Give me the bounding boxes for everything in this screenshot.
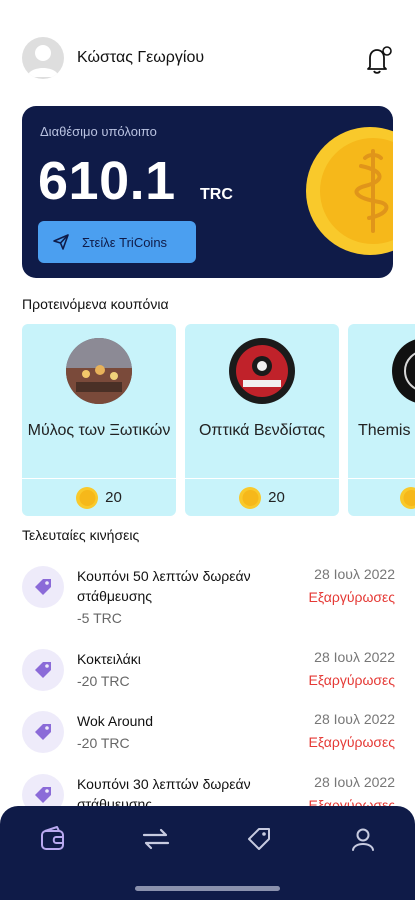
transaction-date: 28 Ιουλ 2022 — [314, 566, 395, 582]
send-tricoins-button[interactable]: Στείλε TriCoins — [38, 221, 196, 263]
user-name: Κώστας Γεωργίου — [77, 49, 205, 66]
tag-icon — [22, 566, 64, 608]
transaction-status: Εξαργύρωσες — [308, 589, 395, 605]
transaction-title: Κοκτειλάκι — [77, 651, 141, 667]
balance-card: Διαθέσιμο υπόλοιπο 610.1 TRC Στείλε TriC… — [22, 106, 393, 278]
transaction-date: 28 Ιουλ 2022 — [314, 649, 395, 665]
home-indicator[interactable] — [135, 886, 280, 891]
coupon-name: Μύλος των Ξωτικών — [27, 422, 171, 439]
tag-icon — [22, 649, 64, 691]
coupons-section-title: Προτεινόμενα κουπόνια — [22, 296, 169, 312]
coupon-price — [348, 478, 415, 516]
coupon-card[interactable]: Οπτικά Βενδίστας 20 — [185, 324, 339, 516]
transaction-date: 28 Ιουλ 2022 — [314, 774, 395, 790]
bottom-nav — [0, 806, 415, 900]
coupon-card[interactable]: Themis — [348, 324, 415, 516]
bell-icon[interactable] — [361, 43, 395, 77]
balance-unit: TRC — [200, 186, 233, 203]
tag-nav-icon[interactable] — [244, 824, 274, 854]
wallet-icon[interactable] — [38, 824, 68, 854]
coupon-image — [392, 338, 415, 404]
coupon-price: 20 — [22, 478, 176, 516]
user-avatar-icon — [27, 45, 59, 77]
coupon-price: 20 — [185, 478, 339, 516]
send-button-label: Στείλε TriCoins — [82, 234, 168, 250]
transaction-title: Κουπόνι 50 λεπτών δωρεάν στάθμευσης — [77, 568, 251, 604]
coupon-name: Themis — [358, 422, 411, 439]
transaction-amount: -20 TRC — [77, 673, 130, 689]
transactions-section-title: Τελευταίες κινήσεις — [22, 527, 140, 543]
coin-icon — [305, 126, 393, 256]
coupon-card[interactable]: Μύλος των Ξωτικών 20 — [22, 324, 176, 516]
avatar[interactable] — [22, 37, 64, 79]
transaction-row[interactable]: Κοκτειλάκι -20 TRC 28 Ιουλ 2022 Εξαργύρω… — [22, 649, 395, 705]
transaction-amount: -5 TRC — [77, 610, 122, 626]
transaction-title: Wok Around — [77, 713, 154, 729]
paper-plane-icon — [53, 234, 69, 250]
header: Κώστας Γεωργίου — [22, 37, 395, 81]
coupon-image — [229, 338, 295, 404]
transaction-amount: -20 TRC — [77, 735, 130, 751]
tag-icon — [22, 711, 64, 753]
transfer-arrows-icon[interactable] — [141, 824, 171, 854]
coupon-price-value: 20 — [105, 489, 122, 506]
profile-icon[interactable] — [348, 824, 378, 854]
coin-icon — [400, 486, 415, 509]
transaction-row[interactable]: Wok Around -20 TRC 28 Ιουλ 2022 Εξαργύρω… — [22, 711, 395, 767]
transaction-date: 28 Ιουλ 2022 — [314, 711, 395, 727]
coupon-price-value: 20 — [268, 489, 285, 506]
coupons-carousel[interactable]: Μύλος των Ξωτικών 20 Οπτικά Βενδίστας 20 — [22, 324, 415, 516]
balance-label: Διαθέσιμο υπόλοιπο — [40, 124, 157, 139]
coupon-name: Οπτικά Βενδίστας — [198, 422, 326, 439]
transaction-status: Εξαργύρωσες — [308, 672, 395, 688]
transaction-status: Εξαργύρωσες — [308, 734, 395, 750]
coin-icon — [76, 486, 99, 509]
transaction-row[interactable]: Κουπόνι 50 λεπτών δωρεάν στάθμευσης -5 T… — [22, 566, 395, 626]
coupon-image — [66, 338, 132, 404]
balance-value: 610.1 — [38, 151, 176, 211]
coin-icon — [239, 486, 262, 509]
